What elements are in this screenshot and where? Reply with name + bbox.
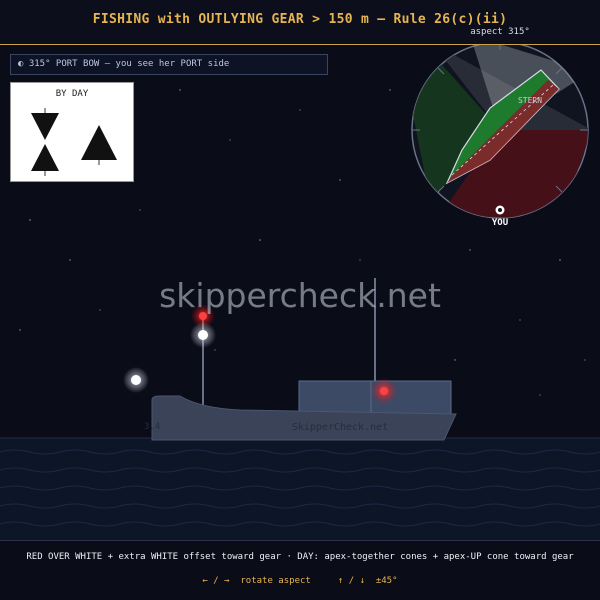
day-shapes-card: BY DAY: [10, 82, 134, 182]
hull-name: SkipperCheck.net: [292, 422, 388, 433]
page-title: FISHING with OUTLYING GEAR > 150 m — Rul…: [92, 12, 508, 27]
fishing-vessel: 3.4 SkipperCheck.net: [144, 380, 457, 441]
aspect-label: aspect 315°: [470, 27, 530, 37]
masthead-white-light: [190, 322, 216, 348]
gear-cone-apex-up-icon: [81, 125, 117, 160]
stern-label: STERN: [518, 96, 542, 105]
aspect-status-bar: ◐ 315° PORT BOW — you see her PORT side: [10, 54, 328, 75]
svg-text:3.4: 3.4: [144, 422, 160, 432]
sea: [0, 438, 600, 540]
day-shapes-icon: [31, 108, 117, 176]
footer-divider: [0, 540, 600, 541]
port-sidelight-red: [371, 378, 397, 404]
footer-description: RED OVER WHITE + extra WHITE offset towa…: [26, 552, 574, 562]
aspect-compass[interactable]: STERN YOU: [410, 35, 592, 228]
you-label: YOU: [492, 218, 508, 228]
gear-white-light: [123, 367, 149, 393]
upper-cone-apex-down-icon: [31, 113, 59, 140]
keyboard-controls-hint[interactable]: ← / → rotate aspect ↑ / ↓ ±45°: [0, 576, 600, 586]
watermark: skippercheck.net: [159, 276, 441, 315]
lower-cone-apex-up-icon: [31, 144, 59, 171]
title-bar: FISHING with OUTLYING GEAR > 150 m — Rul…: [0, 0, 600, 45]
